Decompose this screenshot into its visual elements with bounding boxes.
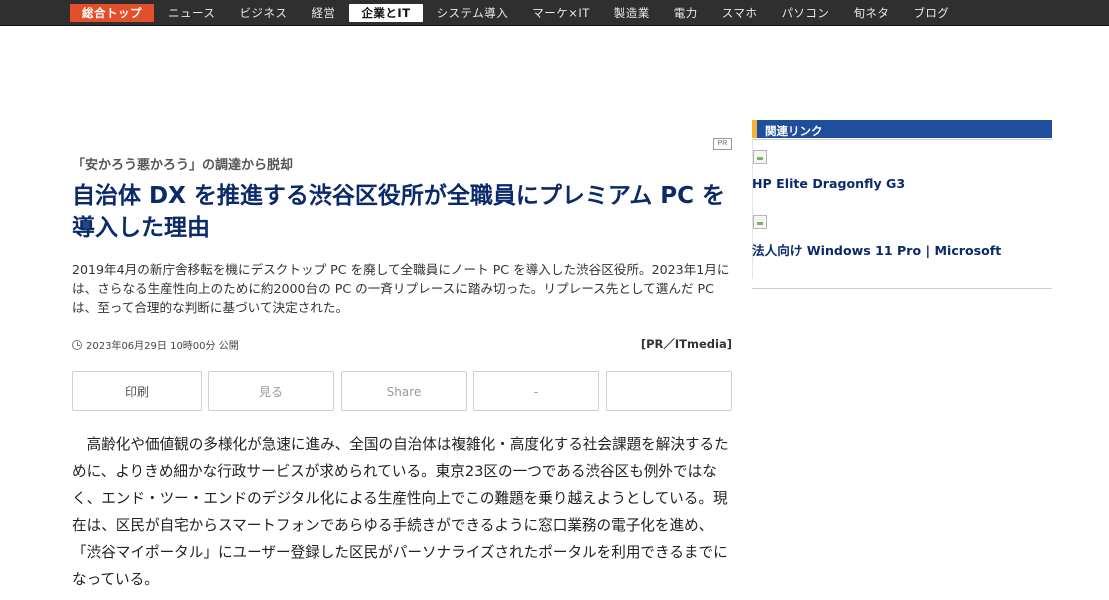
nav-item-system[interactable]: システム導入 — [425, 4, 521, 22]
nav-item-manufacturing[interactable]: 製造業 — [602, 4, 662, 22]
share-button-empty[interactable] — [606, 371, 732, 411]
nav-item-blog[interactable]: ブログ — [901, 4, 961, 22]
broken-image-icon[interactable] — [753, 215, 767, 229]
nav-item-trending[interactable]: 旬ネタ — [841, 4, 901, 22]
article-title: 自治体 DX を推進する渋谷区役所が全職員にプレミアム PC を導入した理由 — [72, 183, 725, 241]
nav-item-smartphone[interactable]: スマホ — [710, 4, 770, 22]
print-button[interactable]: 印刷 — [72, 371, 202, 411]
nav-items: 総合トップ ニュース ビジネス 経営 企業とIT システム導入 マーケ×IT 製… — [0, 0, 1109, 25]
related-link-hp-dragonfly[interactable]: HP Elite Dragonfly G3 — [752, 176, 905, 191]
nav-item-pc[interactable]: パソコン — [769, 4, 841, 22]
article-body: 高齢化や価値観の多様化が急速に進み、全国の自治体は複雑化・高度化する社会課題を解… — [72, 436, 729, 588]
clock-icon — [72, 340, 82, 350]
share-button[interactable]: Share — [341, 371, 467, 411]
nav-item-enterprise-it[interactable]: 企業とIT — [349, 3, 423, 22]
nav-item-marketing-it[interactable]: マーケ×IT — [520, 4, 602, 22]
article-meta: 2023年06月29日 10時00分 公開 [PR／ITmedia] — [72, 337, 732, 352]
view-button[interactable]: 見る — [208, 371, 334, 411]
article-kicker: 「安かろう悪かろう」の調達から脱却 — [72, 158, 294, 173]
sidebar-divider — [752, 139, 1052, 140]
related-links-heading: 関連リンク — [765, 124, 823, 138]
broken-image-icon[interactable] — [753, 150, 767, 164]
share-button-dash[interactable]: - — [473, 371, 599, 411]
article-lead: 2019年4月の新庁舎移転を機にデスクトップ PC を廃して全職員にノート PC… — [72, 262, 730, 315]
sidebar-bottom-divider — [752, 288, 1052, 289]
pr-badge: PR — [713, 138, 732, 150]
related-links-header: 関連リンク — [752, 120, 1052, 138]
nav-item-management[interactable]: 経営 — [299, 4, 347, 22]
related-link-windows-11-pro[interactable]: 法人向け Windows 11 Pro | Microsoft — [752, 240, 1001, 259]
top-navigation: 総合トップ ニュース ビジネス 経営 企業とIT システム導入 マーケ×IT 製… — [0, 0, 1109, 26]
article-byline: [PR／ITmedia] — [640, 337, 732, 351]
nav-home-link[interactable]: 総合トップ — [70, 3, 154, 22]
nav-item-power[interactable]: 電力 — [662, 4, 710, 22]
publish-date: 2023年06月29日 10時00分 公開 — [86, 341, 239, 352]
nav-item-news[interactable]: ニュース — [156, 4, 227, 22]
nav-item-business[interactable]: ビジネス — [227, 4, 299, 22]
